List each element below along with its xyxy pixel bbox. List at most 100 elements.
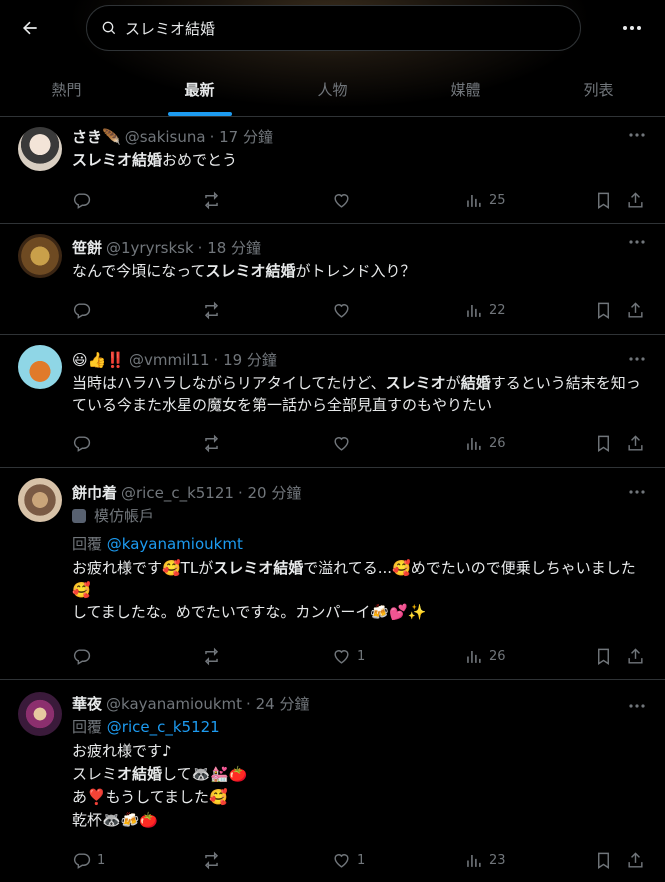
share-button[interactable] — [626, 190, 645, 210]
bookmark-icon — [598, 302, 609, 319]
avatar[interactable] — [18, 127, 62, 171]
search-bar[interactable] — [86, 5, 581, 51]
views-button[interactable]: 22 — [464, 300, 506, 320]
like-button[interactable] — [332, 190, 357, 210]
back-button[interactable] — [14, 12, 46, 44]
share-icon — [628, 851, 643, 868]
heart-icon — [334, 193, 349, 208]
post[interactable]: 笹餅 @1yryrsksk · 18 分鐘 なんで今頃になってスレミオ結婚がトレ… — [0, 224, 665, 335]
share-icon — [628, 191, 643, 208]
tab-top[interactable]: 熱門 — [0, 62, 133, 116]
repost-button[interactable] — [202, 433, 221, 453]
display-name[interactable]: 餅巾着 — [72, 483, 117, 503]
timestamp[interactable]: · 19 分鐘 — [214, 350, 277, 370]
reply-target-link[interactable]: @rice_c_k5121 — [107, 718, 220, 736]
reply-button[interactable] — [72, 190, 97, 210]
heart-icon — [334, 853, 349, 868]
share-button[interactable] — [626, 300, 645, 320]
share-button[interactable] — [626, 433, 645, 453]
timestamp[interactable]: · 17 分鐘 — [210, 127, 273, 147]
bookmark-button[interactable] — [594, 190, 613, 210]
tab-latest[interactable]: 最新 — [133, 62, 266, 116]
repost-button[interactable] — [202, 850, 221, 870]
bookmark-button[interactable] — [594, 646, 613, 666]
reply-button[interactable] — [72, 646, 97, 666]
highlight: 結婚 — [460, 374, 491, 392]
reply-icon — [73, 435, 91, 452]
share-button[interactable] — [626, 850, 645, 870]
heart-icon — [334, 303, 349, 318]
post-text: お疲れ様です🥰TLがスレミオ結婚で溢れてる...🥰めでたいので便乗しちゃいました… — [72, 559, 636, 621]
username[interactable]: @1yryrsksk — [106, 238, 194, 258]
post-content: 華夜 @kayanamioukmt · 24 分鐘 回覆 @rice_c_k51… — [72, 694, 649, 832]
avatar[interactable] — [18, 478, 62, 522]
like-button[interactable] — [332, 300, 357, 320]
tab-media[interactable]: 媒體 — [399, 62, 532, 116]
avatar[interactable] — [18, 234, 62, 278]
like-button[interactable] — [332, 433, 357, 453]
share-icon — [628, 647, 643, 664]
post[interactable]: 華夜 @kayanamioukmt · 24 分鐘 回覆 @rice_c_k51… — [0, 680, 665, 882]
display-name[interactable]: 😃👍‼️ — [72, 350, 125, 370]
post-meta: 笹餅 @1yryrsksk · 18 分鐘 — [72, 238, 649, 258]
username[interactable]: @kayanamioukmt — [106, 694, 242, 714]
timestamp[interactable]: · 24 分鐘 — [246, 694, 309, 714]
views-icon — [467, 437, 481, 450]
display-name[interactable]: 笹餅 — [72, 238, 102, 258]
post-actions: 1 1 23 — [72, 850, 651, 870]
views-button[interactable]: 26 — [464, 646, 506, 666]
post-content: 笹餅 @1yryrsksk · 18 分鐘 なんで今頃になってスレミオ結婚がトレ… — [72, 238, 649, 282]
reply-button[interactable] — [72, 433, 97, 453]
share-button[interactable] — [626, 646, 645, 666]
username[interactable]: @sakisuna — [125, 127, 206, 147]
timestamp[interactable]: · 18 分鐘 — [198, 238, 261, 258]
username[interactable]: @rice_c_k5121 — [121, 483, 234, 503]
bookmark-button[interactable] — [594, 850, 613, 870]
views-icon — [467, 650, 481, 663]
bookmark-icon — [598, 852, 609, 869]
reply-target-link[interactable]: @kayanamioukmt — [107, 535, 243, 553]
highlight: スレミオ結婚 — [213, 559, 304, 577]
reply-icon — [73, 302, 91, 319]
display-name[interactable]: 華夜 — [72, 694, 102, 714]
active-tab-indicator — [167, 112, 232, 116]
avatar[interactable] — [18, 692, 62, 736]
share-icon — [628, 301, 643, 318]
post[interactable]: 餅巾着 @rice_c_k5121 · 20 分鐘 模仿帳戶 回覆 @kayan… — [0, 468, 665, 680]
tab-lists[interactable]: 列表 — [532, 62, 665, 116]
bookmark-button[interactable] — [594, 433, 613, 453]
repost-button[interactable] — [202, 646, 221, 666]
views-icon — [467, 304, 481, 317]
search-tabs: 熱門 最新 人物 媒體 列表 — [0, 62, 665, 116]
more-options-button[interactable] — [616, 12, 648, 44]
display-name[interactable]: さき🪶 — [72, 127, 121, 147]
views-button[interactable]: 26 — [464, 433, 506, 453]
replying-to: 回覆 @kayanamioukmt — [72, 535, 243, 553]
post-actions: 22 — [72, 300, 651, 320]
repost-button[interactable] — [202, 300, 221, 320]
tab-people[interactable]: 人物 — [266, 62, 399, 116]
like-button[interactable]: 1 — [332, 850, 365, 870]
post-content: 😃👍‼️ @vmmil11 · 19 分鐘 当時はハラハラしながらリアタイしてた… — [72, 350, 649, 416]
reply-button[interactable]: 1 — [72, 850, 105, 870]
replying-to: 回覆 @rice_c_k5121 — [72, 718, 220, 736]
highlight: オ結婚 — [117, 765, 163, 783]
like-button[interactable]: 1 — [332, 646, 365, 666]
post-meta: 華夜 @kayanamioukmt · 24 分鐘 — [72, 694, 649, 714]
bookmark-button[interactable] — [594, 300, 613, 320]
timestamp[interactable]: · 20 分鐘 — [238, 483, 301, 503]
highlight: スレミオ結婚 — [72, 151, 163, 169]
search-input[interactable] — [125, 19, 545, 37]
reply-icon — [73, 192, 91, 209]
search-icon — [102, 21, 116, 35]
username[interactable]: @vmmil11 — [129, 350, 210, 370]
heart-icon — [334, 649, 349, 664]
reply-button[interactable] — [72, 300, 97, 320]
avatar[interactable] — [18, 345, 62, 389]
post-text: お疲れ様です♪ スレミオ結婚して🦝💒🍅 あ❣️もうしてました🥰 乾杯🦝🍻🍅 — [72, 742, 248, 829]
post[interactable]: 😃👍‼️ @vmmil11 · 19 分鐘 当時はハラハラしながらリアタイしてた… — [0, 335, 665, 468]
post[interactable]: さき🪶 @sakisuna · 17 分鐘 スレミオ結婚おめでとう 25 — [0, 117, 665, 224]
views-button[interactable]: 23 — [464, 850, 506, 870]
views-button[interactable]: 25 — [464, 190, 506, 210]
repost-button[interactable] — [202, 190, 221, 210]
